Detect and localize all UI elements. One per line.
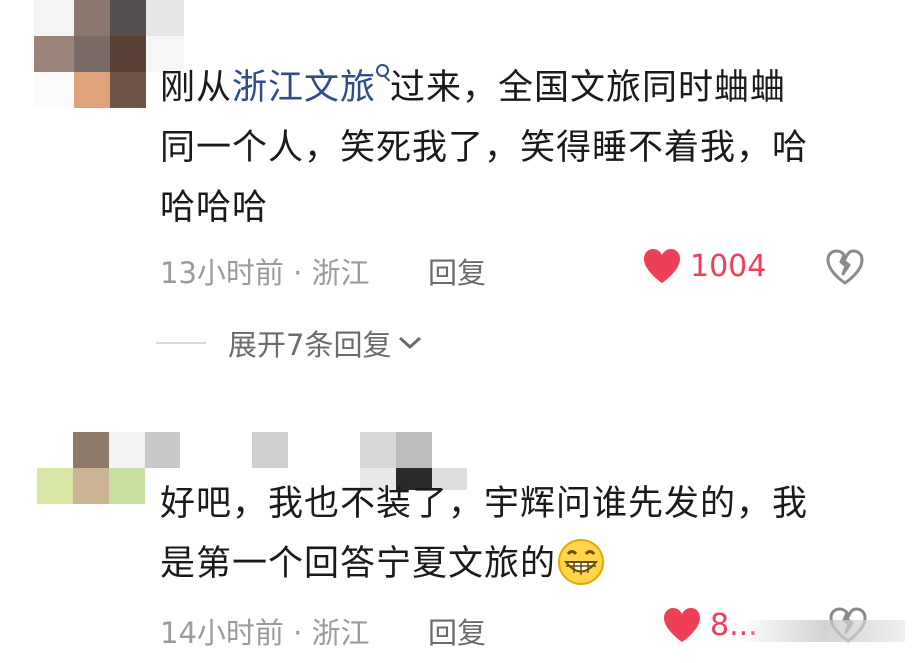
watermark-blur (745, 620, 905, 642)
comment-text-line1: 过来，全国文旅同时蛐蛐 (390, 68, 787, 108)
comment-text: 刚从浙江文旅 过来，全国文旅同时蛐蛐 同一个人，笑死我了，笑得睡不着我，哈 哈哈哈 (160, 58, 808, 238)
grinning-face-emoji-icon (558, 539, 605, 585)
broken-heart-icon[interactable] (825, 248, 865, 286)
comment-text-line3: 哈哈哈 (160, 188, 269, 228)
like-button[interactable]: 8... (662, 606, 758, 644)
heart-icon (664, 608, 700, 642)
comment-text-line2: 同一个人，笑死我了，笑得睡不着我，哈 (160, 128, 809, 168)
search-icon (376, 64, 390, 86)
reply-button[interactable]: 回复 (428, 610, 486, 652)
comment-meta: 13小时前 · 浙江 (160, 256, 370, 290)
divider (156, 342, 206, 344)
chevron-down-icon (399, 336, 422, 350)
avatar[interactable] (37, 432, 180, 504)
like-count: 1004 (690, 248, 767, 284)
heart-icon (644, 249, 680, 283)
reply-button[interactable]: 回复 (428, 250, 486, 292)
comment-text-prefix: 刚从 (160, 68, 233, 108)
comment-text: 好吧，我也不装了，宇辉问谁先发的，我 是第一个回答宁夏文旅的 (160, 474, 808, 594)
comment-text-line2: 是第一个回答宁夏文旅的 (160, 544, 557, 584)
expand-replies-label: 展开7条回复 (228, 328, 392, 362)
comment-text-line1: 好吧，我也不装了，宇辉问谁先发的，我 (160, 484, 809, 524)
expand-replies[interactable]: 展开7条回复 (156, 322, 423, 364)
comment-meta: 14小时前 · 浙江 (160, 616, 370, 650)
topic-link-label: 浙江文旅 (232, 68, 377, 108)
topic-link[interactable]: 浙江文旅 (232, 64, 390, 108)
like-button[interactable]: 1004 (642, 247, 766, 285)
